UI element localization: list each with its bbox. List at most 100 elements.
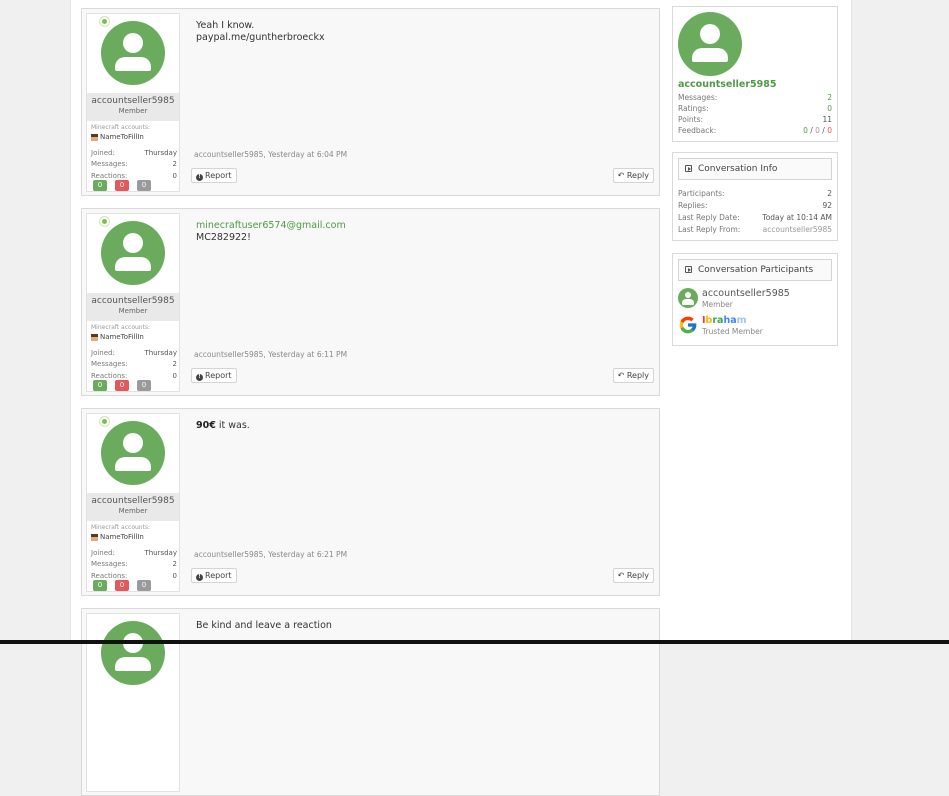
stat-reactions: Reactions: 0 <box>91 372 177 380</box>
message-line: Yeah I know. <box>196 20 255 31</box>
avatar[interactable] <box>101 221 165 285</box>
positive-rating-badge[interactable]: 0 <box>93 580 107 591</box>
message-body: Be kind and leave a reaction <box>196 620 646 632</box>
online-status-icon <box>100 217 109 226</box>
participant-role: Trusted Member <box>702 327 763 336</box>
minecraft-account-name: NameToFillIn <box>100 333 144 341</box>
info-participants: Participants: 2 <box>678 189 832 198</box>
stat-reactions: Reactions: 0 <box>91 572 177 580</box>
collapse-toggle-icon <box>685 266 692 273</box>
user-rank: Member <box>118 107 148 115</box>
info-icon: ! <box>196 374 203 381</box>
conversation-info-panel: Conversation Info Participants: 2 Replies… <box>672 152 838 241</box>
user-card: accountseller5985 Member Minecraft accou… <box>86 13 180 192</box>
profile-username[interactable]: accountseller5985 <box>678 79 776 90</box>
message-meta[interactable]: accountseller5985, Yesterday at 6:04 PM <box>194 150 347 159</box>
message-body: Yeah I know. paypal.me/guntherbroeckx <box>196 20 646 44</box>
participants-header[interactable]: Conversation Participants <box>678 259 832 281</box>
minecraft-account[interactable]: NameToFillIn <box>91 333 144 341</box>
minecraft-account-name: NameToFillIn <box>100 133 144 141</box>
message-meta[interactable]: accountseller5985, Yesterday at 6:21 PM <box>194 550 347 559</box>
minecraft-head-icon <box>91 133 98 141</box>
participants-panel: Conversation Participants accountseller5… <box>672 253 838 346</box>
bold-text: 90€ <box>196 420 216 431</box>
reply-arrow-icon: ↶ <box>617 371 627 380</box>
username-link[interactable]: accountseller5985 <box>87 296 179 306</box>
message-post: Be kind and leave a reaction <box>81 608 660 796</box>
neutral-rating-badge[interactable]: 0 <box>137 380 151 391</box>
username-link[interactable]: accountseller5985 <box>87 496 179 506</box>
info-last-reply-date: Last Reply Date: Today at 10:14 AM <box>678 213 832 222</box>
user-name-block: accountseller5985 Member <box>87 293 179 321</box>
participant-avatar <box>678 288 698 308</box>
collapse-toggle-icon <box>685 165 692 172</box>
message-body: 90€ it was. <box>196 420 646 432</box>
report-button[interactable]: ! Report <box>191 368 237 383</box>
profile-feedback: Feedback: 0 / 0 / 0 <box>678 126 832 135</box>
minecraft-head-icon <box>91 333 98 341</box>
participant-name[interactable]: Ibraham <box>702 315 747 326</box>
info-replies: Replies: 92 <box>678 201 832 210</box>
profile-points: Points: 11 <box>678 115 832 124</box>
stat-joined: Joined: Thursday <box>91 149 177 157</box>
email-link[interactable]: minecraftuser6574@gmail.com <box>196 220 646 232</box>
info-icon: ! <box>196 174 203 181</box>
stat-joined: Joined: Thursday <box>91 549 177 557</box>
minecraft-head-icon <box>91 533 98 541</box>
neutral-rating-badge[interactable]: 0 <box>137 580 151 591</box>
minecraft-accounts-label: Minecraft accounts: <box>91 524 151 531</box>
user-name-block: accountseller5985 Member <box>87 493 179 521</box>
minecraft-account[interactable]: NameToFillIn <box>91 533 144 541</box>
reply-arrow-icon: ↶ <box>617 171 627 180</box>
profile-avatar[interactable] <box>678 12 742 76</box>
profile-ratings: Ratings: 0 <box>678 104 832 113</box>
conversation-info-header[interactable]: Conversation Info <box>678 158 832 180</box>
reply-button[interactable]: ↶ Reply <box>612 168 654 183</box>
minecraft-account-name: NameToFillIn <box>100 533 144 541</box>
positive-rating-badge[interactable]: 0 <box>93 180 107 191</box>
stat-messages: Messages: 2 <box>91 360 177 368</box>
online-status-icon <box>100 417 109 426</box>
stat-joined: Joined: Thursday <box>91 349 177 357</box>
bottom-border <box>0 640 949 644</box>
feedback-negative[interactable]: 0 <box>827 126 832 135</box>
negative-rating-badge[interactable]: 0 <box>115 180 129 191</box>
google-logo-icon <box>679 316 697 334</box>
report-button[interactable]: ! Report <box>191 568 237 583</box>
message-post: accountseller5985 Member Minecraft accou… <box>81 8 660 196</box>
user-rank: Member <box>118 307 148 315</box>
message-meta[interactable]: accountseller5985, Yesterday at 6:11 PM <box>194 350 347 359</box>
stat-messages: Messages: 2 <box>91 560 177 568</box>
reply-arrow-icon: ↶ <box>617 571 627 580</box>
username-link[interactable]: accountseller5985 <box>87 96 179 106</box>
online-status-icon <box>100 17 109 26</box>
minecraft-accounts-label: Minecraft accounts: <box>91 324 151 331</box>
participant-item[interactable]: Ibraham Trusted Member <box>678 315 832 337</box>
negative-rating-badge[interactable]: 0 <box>115 380 129 391</box>
avatar[interactable] <box>101 621 165 685</box>
stat-reactions: Reactions: 0 <box>91 172 177 180</box>
user-name-block: accountseller5985 Member <box>87 93 179 121</box>
reply-button[interactable]: ↶ Reply <box>612 568 654 583</box>
message-line: MC282922! <box>196 232 251 243</box>
participant-role: Member <box>702 300 733 309</box>
minecraft-account[interactable]: NameToFillIn <box>91 133 144 141</box>
positive-rating-badge[interactable]: 0 <box>93 380 107 391</box>
info-last-reply-from: Last Reply From: accountseller5985 <box>678 225 832 234</box>
reply-button[interactable]: ↶ Reply <box>612 368 654 383</box>
profile-panel: accountseller5985 Messages: 2 Ratings: 0 P… <box>672 6 838 142</box>
user-card: accountseller5985 Member Minecraft accou… <box>86 413 180 592</box>
participant-item[interactable]: accountseller5985 Member <box>678 288 832 310</box>
profile-messages: Messages: 2 <box>678 93 832 102</box>
message-line: Be kind and leave a reaction <box>196 620 332 631</box>
negative-rating-badge[interactable]: 0 <box>115 580 129 591</box>
avatar[interactable] <box>101 421 165 485</box>
participant-name[interactable]: accountseller5985 <box>702 288 790 299</box>
message-line: paypal.me/guntherbroeckx <box>196 32 325 43</box>
avatar[interactable] <box>101 21 165 85</box>
stat-messages: Messages: 2 <box>91 160 177 168</box>
user-rank: Member <box>118 507 148 515</box>
report-button[interactable]: ! Report <box>191 168 237 183</box>
neutral-rating-badge[interactable]: 0 <box>137 180 151 191</box>
message-post: accountseller5985 Member Minecraft accou… <box>81 208 660 396</box>
